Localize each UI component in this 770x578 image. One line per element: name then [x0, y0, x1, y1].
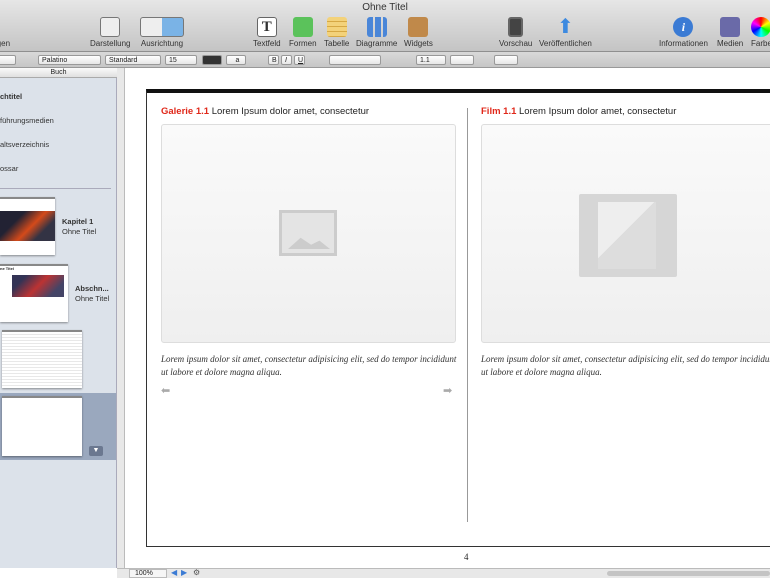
preview-icon [508, 17, 524, 37]
page-number: 4 [464, 552, 469, 562]
media-button[interactable]: Medien [717, 17, 743, 48]
gallery-widget[interactable] [161, 124, 456, 343]
publish-icon: ⬆ [557, 16, 574, 38]
page-thumbnail[interactable] [2, 330, 82, 388]
font-style-select[interactable]: Standard [105, 55, 161, 65]
film-placeholder-icon [579, 194, 677, 277]
film-label: Film 1.1 [481, 106, 517, 117]
label: Formen [289, 39, 317, 48]
chart-icon [366, 17, 387, 37]
textbox-icon: T [256, 17, 277, 37]
add-button[interactable]: fügen [0, 17, 10, 48]
sidebar-item-toc[interactable]: altsverzeichnis [0, 140, 49, 149]
section-thumbnail[interactable]: ne Titel [0, 264, 68, 322]
list-select[interactable] [494, 55, 518, 65]
widgets-button[interactable]: Widgets [404, 17, 433, 48]
shapes-button[interactable]: Formen [289, 17, 317, 48]
selected-page-row[interactable]: ▼ [0, 393, 116, 460]
columns-select[interactable] [450, 55, 474, 65]
line-spacing-field[interactable]: 1.1 [416, 55, 446, 65]
column-divider [467, 108, 468, 522]
label: Farbe [751, 39, 770, 48]
add-icon [0, 17, 10, 37]
textbox-button[interactable]: T Textfeld [253, 17, 281, 48]
label: Diagramme [356, 39, 398, 48]
alignment-buttons[interactable] [329, 55, 381, 65]
sidebar-splitter[interactable] [117, 68, 125, 568]
thumb-title: ne Titel [0, 266, 14, 271]
media-icon [720, 17, 741, 37]
film-caption: Film 1.1 Lorem Ipsum dolor amet, consect… [481, 106, 676, 117]
label: Vorschau [499, 39, 533, 48]
gear-icon[interactable]: ⚙ [193, 568, 200, 577]
label: Tabelle [324, 39, 350, 48]
highlight-color-well[interactable]: a [226, 55, 246, 65]
sidebar-header: Buch [0, 68, 117, 78]
shapes-icon [292, 17, 313, 37]
previous-page-button[interactable]: ◀ [171, 568, 177, 577]
paragraph-style-select[interactable] [0, 55, 16, 65]
label: Textfeld [253, 39, 281, 48]
gallery-label: Galerie 1.1 [161, 106, 210, 117]
previous-arrow-icon[interactable]: ⬅ [161, 384, 170, 397]
text-color-well[interactable] [202, 55, 222, 65]
chart-button[interactable]: Diagramme [356, 17, 397, 48]
font-size-field[interactable]: 15 [165, 55, 197, 65]
preview-button[interactable]: Vorschau [499, 17, 532, 48]
section-title[interactable]: Abschn... [75, 284, 109, 293]
colors-button[interactable]: Farbe [751, 17, 770, 48]
label: fügen [0, 39, 11, 48]
colors-icon [751, 17, 770, 37]
next-page-button[interactable]: ▶ [181, 568, 187, 577]
sidebar-item-glossary[interactable]: ossar [0, 164, 18, 173]
label: Medien [717, 39, 744, 48]
underline-button[interactable]: U [294, 55, 305, 65]
disclosure-button[interactable]: ▼ [89, 446, 103, 456]
movie-widget[interactable] [481, 124, 770, 343]
divider [0, 188, 111, 189]
font-select[interactable]: Palatino [38, 55, 101, 65]
horizontal-scrollbar[interactable] [607, 571, 770, 576]
info-icon: i [673, 17, 694, 37]
image-placeholder-icon [279, 210, 337, 256]
toolbar: Ohne Titel fügen Darstellung Ausrichtung… [0, 0, 770, 52]
section-subtitle: Ohne Titel [75, 294, 110, 303]
widgets-icon [408, 17, 429, 37]
book-sidebar: Buch chtitel führungsmedien altsverzeich… [0, 68, 117, 568]
label: Widgets [404, 39, 433, 48]
chapter-title[interactable]: Kapitel 1 [62, 217, 93, 226]
format-bar: Palatino Standard 15 a B I U 1.1 [0, 52, 770, 68]
view-icon [100, 17, 121, 37]
label: Ausrichtung [140, 39, 184, 48]
label: Informationen [659, 39, 708, 48]
gallery-caption-text: Lorem Ipsum dolor amet, consectetur [211, 106, 370, 117]
bold-button[interactable]: B [268, 55, 279, 65]
status-bar: 100% ◀ ▶ ⚙ [117, 568, 770, 578]
publish-button[interactable]: ⬆ Veröffentlichen [539, 17, 592, 48]
film-caption-text: Lorem Ipsum dolor amet, consectetur [519, 106, 677, 117]
orientation-button[interactable]: Ausrichtung [140, 17, 184, 48]
table-icon [326, 17, 347, 37]
chapter-thumbnail[interactable] [0, 197, 55, 255]
orientation-icon [140, 17, 184, 37]
next-arrow-icon[interactable]: ➡ [443, 384, 452, 397]
page-thumbnail-selected[interactable] [2, 396, 82, 456]
chapter-subtitle: Ohne Titel [62, 227, 97, 236]
italic-button[interactable]: I [281, 55, 292, 65]
label: Darstellung [90, 39, 131, 48]
label: Veröffentlichen [539, 39, 592, 48]
sidebar-item-title[interactable]: chtitel [0, 92, 22, 101]
film-description: Lorem ipsum dolor sit amet, consectetur … [481, 354, 770, 377]
gallery-description: Lorem ipsum dolor sit amet, consectetur … [161, 354, 457, 377]
info-button[interactable]: i Informationen [659, 17, 708, 48]
window-title: Ohne Titel [362, 2, 408, 13]
view-button[interactable]: Darstellung [90, 17, 130, 48]
sidebar-item-intro-media[interactable]: führungsmedien [0, 116, 54, 125]
zoom-select[interactable]: 100% [129, 569, 167, 578]
table-button[interactable]: Tabelle [324, 17, 349, 48]
gallery-caption: Galerie 1.1 Lorem Ipsum dolor amet, cons… [161, 106, 369, 117]
